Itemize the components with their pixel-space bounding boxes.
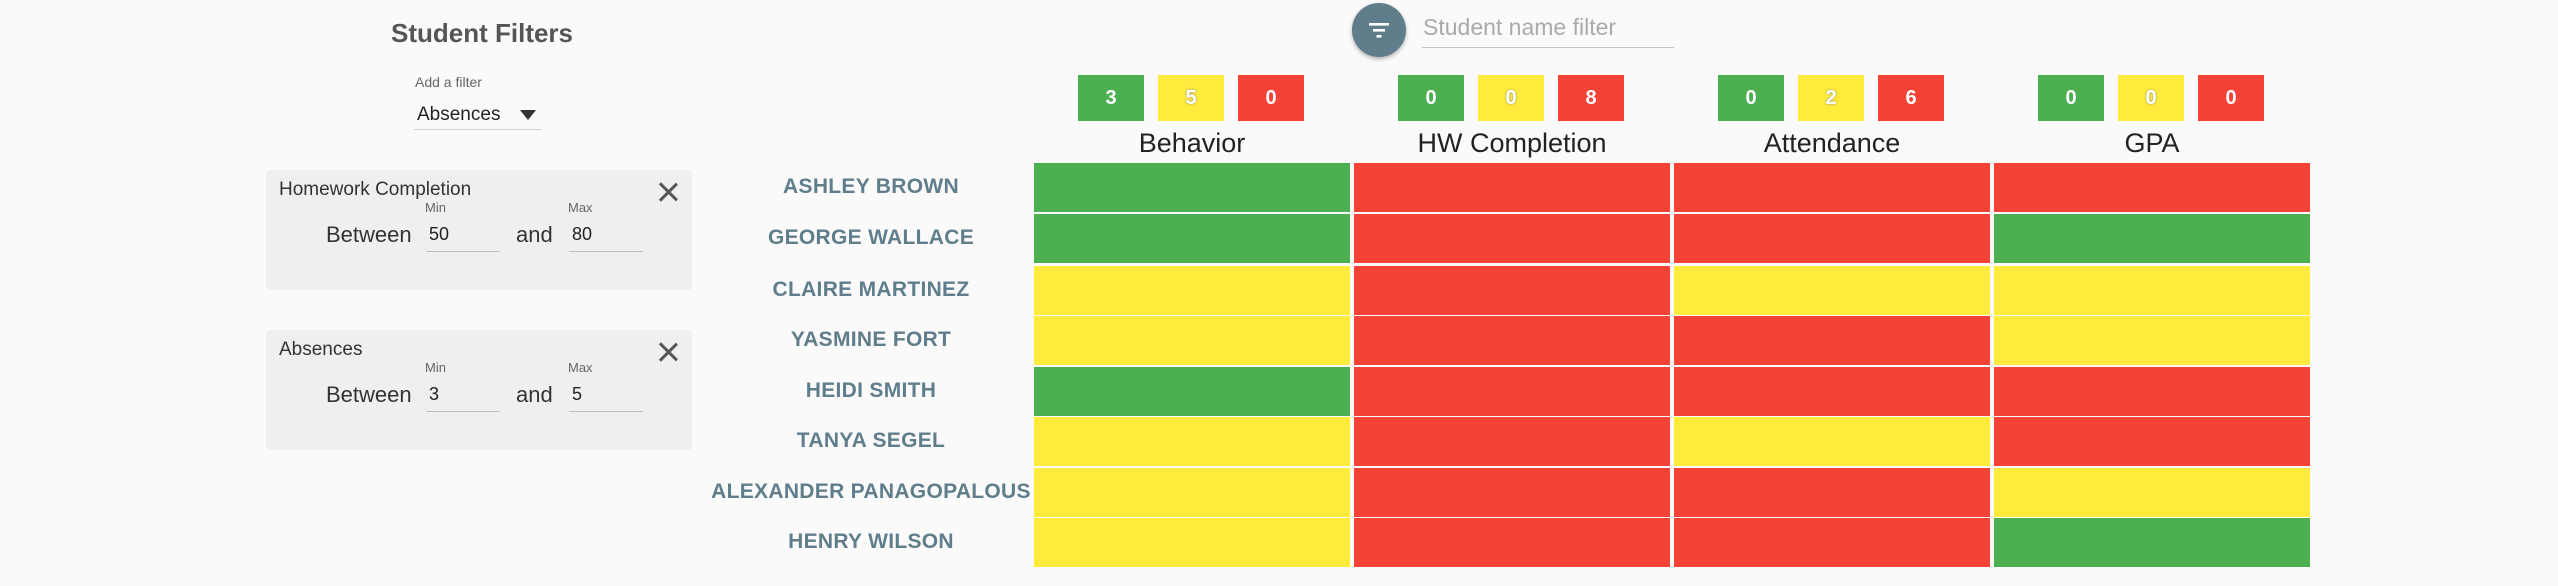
min-label: Min	[425, 360, 446, 375]
between-label: Between	[326, 222, 412, 247]
student-name-link[interactable]: HENRY WILSON	[700, 530, 1042, 554]
count-badge-green[interactable]: 0	[1718, 75, 1784, 121]
count-badge-green[interactable]: 3	[1078, 75, 1144, 121]
student-name-link[interactable]: TANYA SEGEL	[700, 429, 1042, 453]
filter-card-title: Homework Completion	[279, 179, 472, 200]
student-name-link[interactable]: ALEXANDER PANAGOPALOUS	[700, 480, 1042, 504]
status-cell-red[interactable]	[1674, 468, 1990, 517]
status-cell-red[interactable]	[1354, 468, 1670, 517]
dropdown-arrow-icon	[520, 109, 536, 120]
count-badge-red[interactable]: 0	[2198, 75, 2264, 121]
column-header: Behavior	[1138, 128, 1246, 158]
status-cell-yellow[interactable]	[1034, 468, 1350, 517]
filter-card-absences: Absences Between Min 3 and Max 5	[266, 330, 692, 450]
count-badge-green[interactable]: 0	[2038, 75, 2104, 121]
student-name-link[interactable]: YASMINE FORT	[700, 328, 1042, 352]
filter-card-homework: Homework Completion Between Min 50 and M…	[266, 170, 692, 290]
status-cell-red[interactable]	[1354, 316, 1670, 365]
close-icon[interactable]	[656, 180, 680, 204]
max-field[interactable]: 80	[569, 220, 643, 252]
status-cell-green[interactable]	[1034, 367, 1350, 416]
status-cell-red[interactable]	[1354, 367, 1670, 416]
status-cell-red[interactable]	[1994, 163, 2310, 212]
column-header: Attendance	[1763, 128, 1901, 158]
page-title: Student Filters	[391, 18, 574, 48]
status-cell-yellow[interactable]	[1994, 316, 2310, 365]
filter-list-icon	[1369, 23, 1389, 38]
status-cell-red[interactable]	[1354, 417, 1670, 466]
student-name-link[interactable]: GEORGE WALLACE	[700, 226, 1042, 250]
status-cell-yellow[interactable]	[1034, 266, 1350, 315]
status-cell-yellow[interactable]	[1674, 417, 1990, 466]
status-cell-red[interactable]	[1674, 367, 1990, 416]
status-cell-green[interactable]	[1034, 214, 1350, 263]
status-cell-red[interactable]	[1354, 518, 1670, 567]
status-cell-green[interactable]	[1994, 518, 2310, 567]
add-filter-label: Add a filter	[415, 74, 482, 90]
count-badge-red[interactable]: 0	[1238, 75, 1304, 121]
status-cell-green[interactable]	[1034, 163, 1350, 212]
status-cell-yellow[interactable]	[1674, 266, 1990, 315]
student-name-link[interactable]: CLAIRE MARTINEZ	[700, 278, 1042, 302]
count-badge-red[interactable]: 8	[1558, 75, 1624, 121]
status-cell-red[interactable]	[1354, 214, 1670, 263]
status-cell-red[interactable]	[1354, 266, 1670, 315]
and-label: and	[516, 382, 553, 407]
status-cell-yellow[interactable]	[1034, 417, 1350, 466]
status-cell-red[interactable]	[1674, 163, 1990, 212]
column-header: GPA	[2124, 128, 2180, 158]
student-name-link[interactable]: HEIDI SMITH	[700, 379, 1042, 403]
status-cell-red[interactable]	[1994, 367, 2310, 416]
max-label: Max	[568, 360, 593, 375]
status-cell-red[interactable]	[1994, 417, 2310, 466]
column-header: HW Completion	[1417, 128, 1607, 158]
status-cell-yellow[interactable]	[1994, 266, 2310, 315]
max-label: Max	[568, 200, 593, 215]
filter-card-title: Absences	[279, 339, 363, 360]
min-label: Min	[425, 200, 446, 215]
status-cell-red[interactable]	[1674, 518, 1990, 567]
min-field[interactable]: 50	[426, 220, 500, 252]
between-label: Between	[326, 382, 412, 407]
min-field[interactable]: 3	[426, 380, 500, 412]
student-name-search-input[interactable]: Student name filter	[1422, 10, 1674, 48]
status-cell-red[interactable]	[1674, 214, 1990, 263]
status-cell-green[interactable]	[1994, 214, 2310, 263]
close-icon[interactable]	[656, 340, 680, 364]
count-badge-yellow[interactable]: 0	[1478, 75, 1544, 121]
status-cell-yellow[interactable]	[1034, 518, 1350, 567]
and-label: and	[516, 222, 553, 247]
status-cell-yellow[interactable]	[1994, 468, 2310, 517]
count-badge-yellow[interactable]: 2	[1798, 75, 1864, 121]
add-filter-select[interactable]: Absences	[414, 100, 542, 130]
count-badge-red[interactable]: 6	[1878, 75, 1944, 121]
status-cell-red[interactable]	[1674, 316, 1990, 365]
count-badge-yellow[interactable]: 0	[2118, 75, 2184, 121]
count-badge-green[interactable]: 0	[1398, 75, 1464, 121]
filter-button[interactable]	[1352, 3, 1406, 57]
max-field[interactable]: 5	[569, 380, 643, 412]
count-badge-yellow[interactable]: 5	[1158, 75, 1224, 121]
status-cell-red[interactable]	[1354, 163, 1670, 212]
student-name-link[interactable]: ASHLEY BROWN	[700, 175, 1042, 199]
add-filter-selected-value: Absences	[417, 103, 501, 125]
status-cell-yellow[interactable]	[1034, 316, 1350, 365]
